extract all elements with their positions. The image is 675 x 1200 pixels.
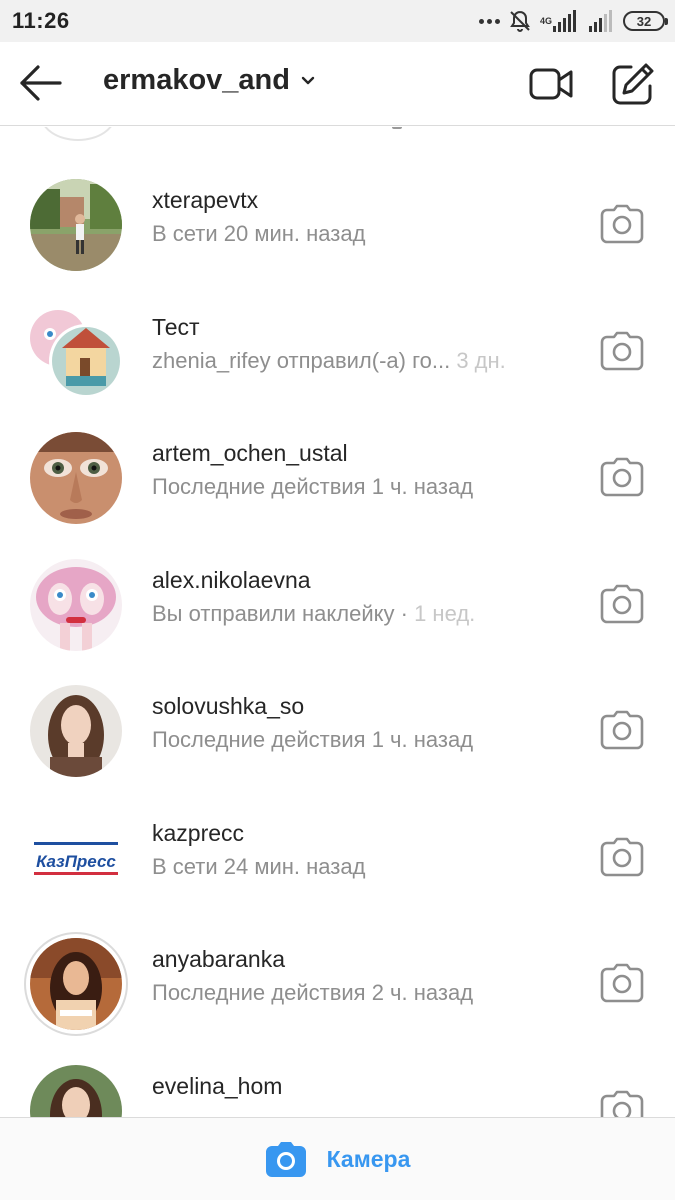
compose-icon[interactable] — [611, 62, 655, 106]
thread-username: solovushka_so — [152, 693, 305, 719]
thread-username: alex.nikolaevna — [152, 567, 311, 593]
camera-icon[interactable] — [600, 457, 644, 497]
camera-label: Камера — [326, 1145, 411, 1172]
thread-row[interactable]: alex.nikolaevna Вы отправили наклейку · … — [0, 559, 675, 679]
thread-status: Последние действия 2 ч. назад — [152, 980, 474, 1005]
thread-status: zhenia_rifey отправил(-а) го... 3 дн. — [152, 348, 506, 373]
camera-icon[interactable] — [600, 584, 644, 624]
avatar — [30, 179, 122, 271]
avatar — [30, 432, 122, 524]
camera-icon[interactable] — [600, 963, 644, 1003]
camera-icon[interactable] — [600, 710, 644, 750]
thread-username: artem_ochen_ustal — [152, 440, 348, 466]
thread-row[interactable]: artem_ochen_ustal Последние действия 1 ч… — [0, 432, 675, 552]
signal-icon-1: 4G — [540, 10, 581, 32]
account-switcher[interactable]: ermakov_and — [103, 64, 316, 97]
thread-row[interactable]: xterapevtx В сети 20 мин. назад — [0, 179, 675, 299]
battery-indicator: 32 — [623, 11, 668, 31]
thread-row[interactable]: КазПресс kazprecc В сети 24 мин. назад — [0, 812, 675, 932]
thread-username: xterapevtx — [152, 187, 259, 213]
status-time: 11:26 — [12, 8, 70, 33]
more-notifications-icon — [478, 18, 500, 24]
thread-username: evelina_hom — [152, 1073, 283, 1099]
network-type: 4G — [539, 16, 552, 26]
signal-icon-2 — [589, 10, 612, 32]
group-avatar — [30, 306, 123, 398]
thread-username: Тест — [152, 314, 200, 340]
status-icons: 4G 32 — [478, 8, 668, 34]
avatar — [30, 559, 122, 651]
avatar — [30, 1065, 122, 1117]
thread-list[interactable]: xterapevtx В сети 20 мин. назад Тест zhe… — [0, 127, 675, 1117]
bell-muted-icon — [510, 10, 530, 32]
avatar — [30, 685, 122, 777]
avatar — [40, 127, 116, 141]
thread-username: kazprecc — [152, 820, 245, 846]
camera-icon — [265, 1142, 306, 1177]
thread-row[interactable]: Тест zhenia_rifey отправил(-а) го... 3 д… — [0, 306, 675, 426]
thread-status: Последние действия 1 ч. назад — [152, 474, 474, 499]
camera-icon[interactable] — [600, 1090, 644, 1117]
account-username: ermakov_and — [103, 64, 290, 96]
camera-icon[interactable] — [600, 204, 644, 244]
thread-status: Вы отправили наклейку · 1 нед. — [152, 601, 476, 626]
video-camera-icon[interactable] — [528, 62, 574, 106]
thread-row[interactable]: solovushka_so Последние действия 1 ч. на… — [0, 685, 675, 805]
status-bar: 11:26 4G 32 — [0, 0, 675, 42]
thread-row[interactable]: evelina_hom — [0, 1065, 675, 1117]
logo-text: КазПресс — [36, 852, 116, 871]
avatar — [30, 938, 122, 1030]
partial-row-text — [392, 127, 402, 129]
thread-status: В сети 20 мин. назад — [152, 221, 366, 246]
thread-status: В сети 24 мин. назад — [152, 854, 366, 879]
logo-avatar: КазПресс — [30, 812, 122, 904]
direct-header: ermakov_and — [0, 42, 675, 126]
camera-button[interactable]: Камера — [0, 1117, 675, 1200]
chevron-down-icon — [301, 76, 315, 84]
camera-icon[interactable] — [600, 837, 644, 877]
camera-icon[interactable] — [600, 331, 644, 371]
thread-status: Последние действия 1 ч. назад — [152, 727, 474, 752]
thread-row[interactable]: anyabaranka Последние действия 2 ч. наза… — [0, 932, 675, 1058]
arrow-left-icon[interactable] — [18, 62, 64, 104]
thread-username: anyabaranka — [152, 946, 285, 972]
